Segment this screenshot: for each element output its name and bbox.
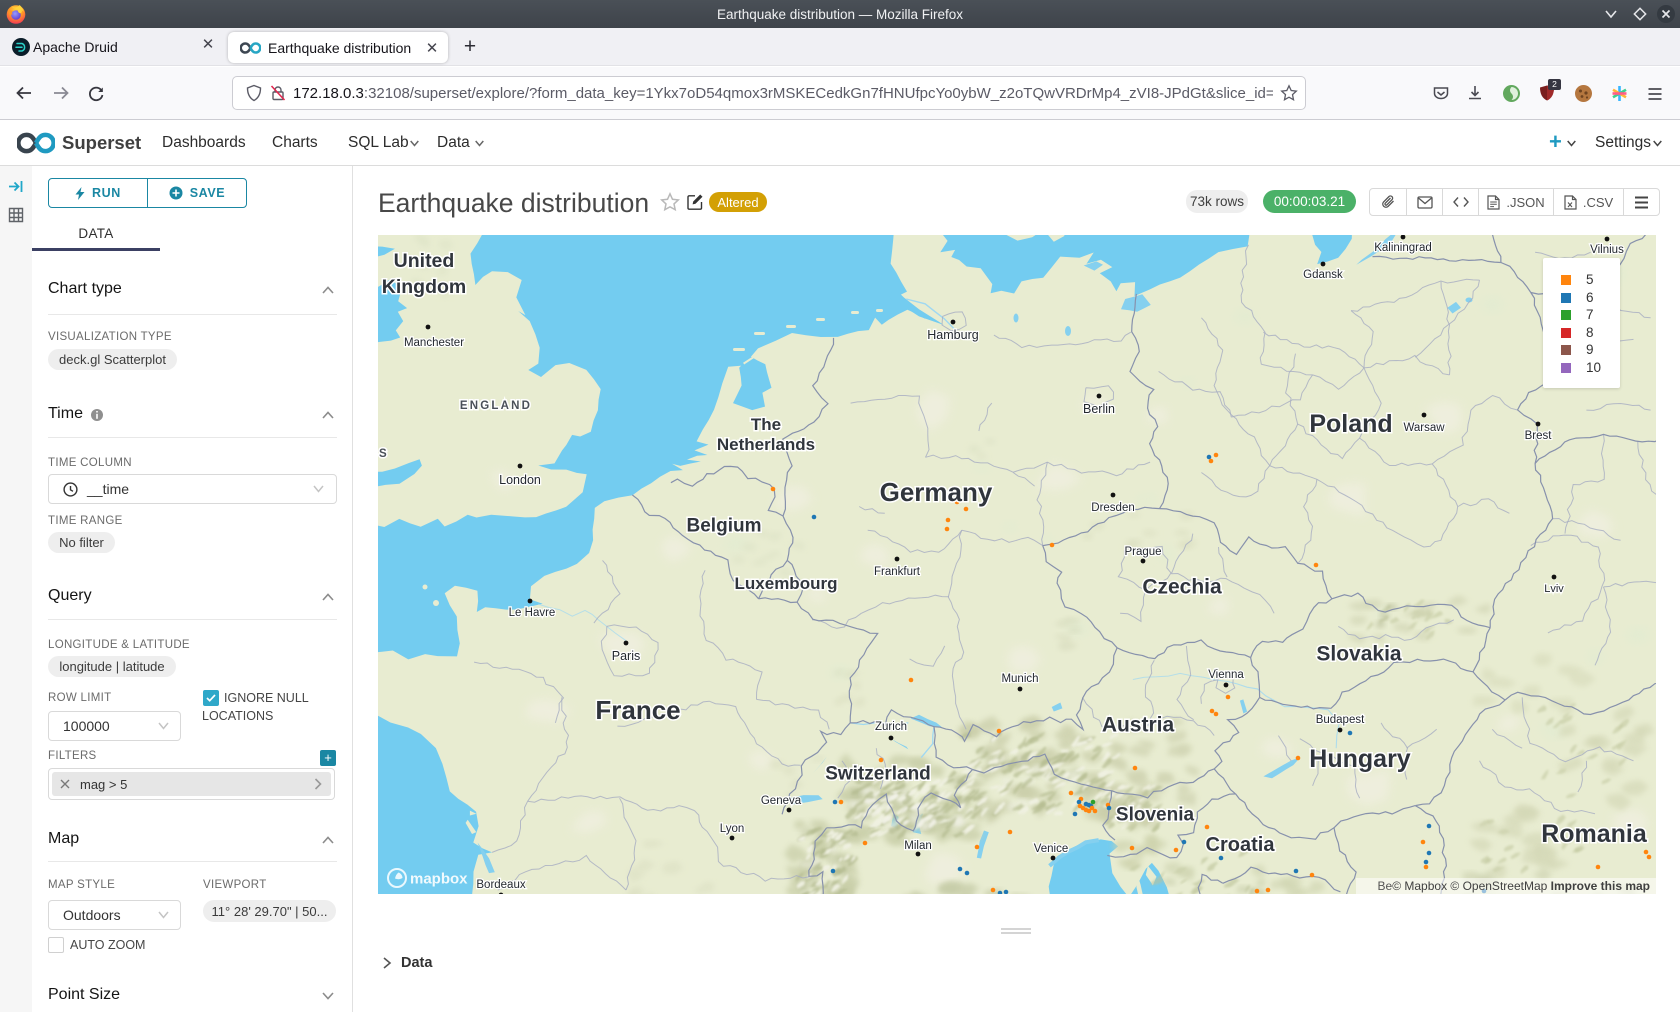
svg-text:ES: ES <box>378 448 389 460</box>
svg-text:Kingdom: Kingdom <box>382 276 466 298</box>
svg-text:Manchester: Manchester <box>404 337 464 349</box>
svg-text:Switzerland: Switzerland <box>825 764 931 785</box>
svg-text:Luxembourg: Luxembourg <box>735 574 838 593</box>
svg-text:mapbox: mapbox <box>410 871 468 888</box>
svg-text:Vilnius: Vilnius <box>1590 244 1624 256</box>
svg-text:Germany: Germany <box>880 477 993 507</box>
svg-text:Venice: Venice <box>1034 843 1069 855</box>
svg-text:The: The <box>751 415 781 434</box>
svg-text:Budapest: Budapest <box>1316 714 1365 726</box>
svg-text:Poland: Poland <box>1309 410 1392 438</box>
svg-text:London: London <box>499 473 541 487</box>
svg-text:Brest: Brest <box>1525 430 1553 442</box>
svg-text:Munich: Munich <box>1001 673 1038 685</box>
svg-text:Paris: Paris <box>612 649 640 663</box>
svg-text:France: France <box>595 695 680 725</box>
svg-text:Austria: Austria <box>1102 713 1175 736</box>
svg-text:Belgium: Belgium <box>687 516 762 537</box>
svg-text:Dresden: Dresden <box>1091 502 1134 514</box>
svg-text:Warsaw: Warsaw <box>1403 422 1445 434</box>
svg-text:Milan: Milan <box>904 840 931 852</box>
svg-text:ENGLAND: ENGLAND <box>460 400 532 412</box>
svg-text:Vienna: Vienna <box>1208 669 1244 681</box>
svg-text:Netherlands: Netherlands <box>717 435 815 454</box>
svg-text:Slovenia: Slovenia <box>1116 805 1195 826</box>
svg-text:Bordeaux: Bordeaux <box>476 879 525 891</box>
svg-text:Kaliningrad: Kaliningrad <box>1374 242 1432 254</box>
svg-text:Czechia: Czechia <box>1142 575 1222 598</box>
svg-text:Croatia: Croatia <box>1206 834 1276 856</box>
svg-text:Zurich: Zurich <box>875 721 907 733</box>
svg-text:Berlin: Berlin <box>1083 402 1115 416</box>
svg-text:Prague: Prague <box>1124 546 1161 558</box>
svg-text:Lviv: Lviv <box>1544 583 1564 595</box>
svg-text:Hungary: Hungary <box>1309 745 1411 773</box>
svg-text:Hamburg: Hamburg <box>927 328 978 342</box>
svg-text:Frankfurt: Frankfurt <box>874 566 921 578</box>
svg-text:Lyon: Lyon <box>720 823 745 835</box>
svg-text:Romania: Romania <box>1541 820 1648 848</box>
svg-text:Le Havre: Le Havre <box>509 607 556 619</box>
svg-text:Gdansk: Gdansk <box>1303 269 1343 281</box>
svg-text:Slovakia: Slovakia <box>1316 642 1402 665</box>
svg-text:United: United <box>394 250 455 272</box>
svg-text:Geneva: Geneva <box>761 795 802 807</box>
